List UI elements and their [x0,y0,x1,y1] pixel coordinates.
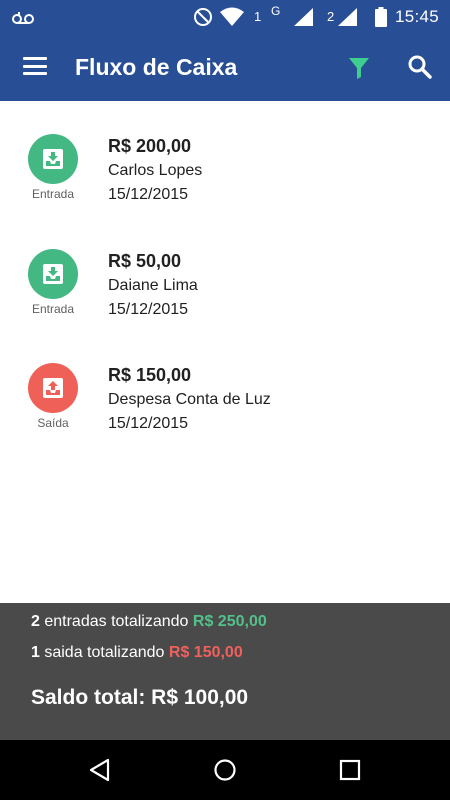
list-item[interactable]: Entrada R$ 50,00 Daiane Lima 15/12/2015 [0,249,450,363]
sim2-label: 2 [327,9,335,24]
transaction-name: Carlos Lopes [108,162,203,179]
transaction-type: Entrada [31,302,75,316]
saidas-count: 1 [31,644,40,661]
saidas-total: R$ 150,00 [168,644,243,661]
status-bar: 1 G 2 15:45 [0,0,450,33]
transaction-date: 15/12/2015 [108,301,189,318]
wifi-icon [219,0,245,33]
entradas-total: R$ 250,00 [192,613,267,630]
transaction-amount: R$ 50,00 [108,251,182,271]
home-icon[interactable] [210,755,240,785]
saidas-text: saida totalizando [39,644,169,661]
transaction-date: 15/12/2015 [108,415,189,432]
transaction-amount: R$ 200,00 [108,136,192,156]
clock: 15:45 [395,6,440,26]
income-tray-icon [28,134,78,184]
saldo-total: Saldo total: R$ 100,00 [31,686,249,709]
page-title: Fluxo de Caixa [75,54,238,80]
transaction-name: Daiane Lima [108,277,198,294]
entradas-text: entradas totalizando [39,613,193,630]
transaction-type: Entrada [31,187,75,201]
navigation-bar [0,740,450,800]
entradas-summary: 2 entradas totalizando R$ 250,00 [31,613,267,631]
search-icon[interactable] [407,54,433,80]
saidas-summary: 1 saida totalizando R$ 150,00 [31,644,243,662]
transaction-name: Despesa Conta de Luz [108,391,271,408]
list-item[interactable]: Entrada R$ 200,00 Carlos Lopes 15/12/201… [0,134,450,248]
back-icon[interactable] [85,755,115,785]
voicemail-icon [12,0,34,33]
list-item[interactable]: Saída R$ 150,00 Despesa Conta de Luz 15/… [0,363,450,477]
sim1-label: 1 [254,9,262,24]
summary-panel: 2 entradas totalizando R$ 250,00 1 saida… [0,603,450,740]
transaction-amount: R$ 150,00 [108,365,192,385]
menu-icon[interactable] [23,55,47,77]
network-type-label: G [271,4,281,18]
entradas-count: 2 [31,613,40,630]
battery-icon [375,0,387,33]
do-not-disturb-icon [193,0,213,33]
transaction-type: Saída [37,416,69,430]
recent-apps-icon[interactable] [335,755,365,785]
income-tray-icon [28,249,78,299]
signal-icon [338,0,358,33]
transaction-date: 15/12/2015 [108,186,189,203]
filter-icon[interactable] [346,55,372,81]
expense-tray-icon [28,363,78,413]
signal-icon [294,0,314,33]
app-bar: Fluxo de Caixa [0,33,450,101]
